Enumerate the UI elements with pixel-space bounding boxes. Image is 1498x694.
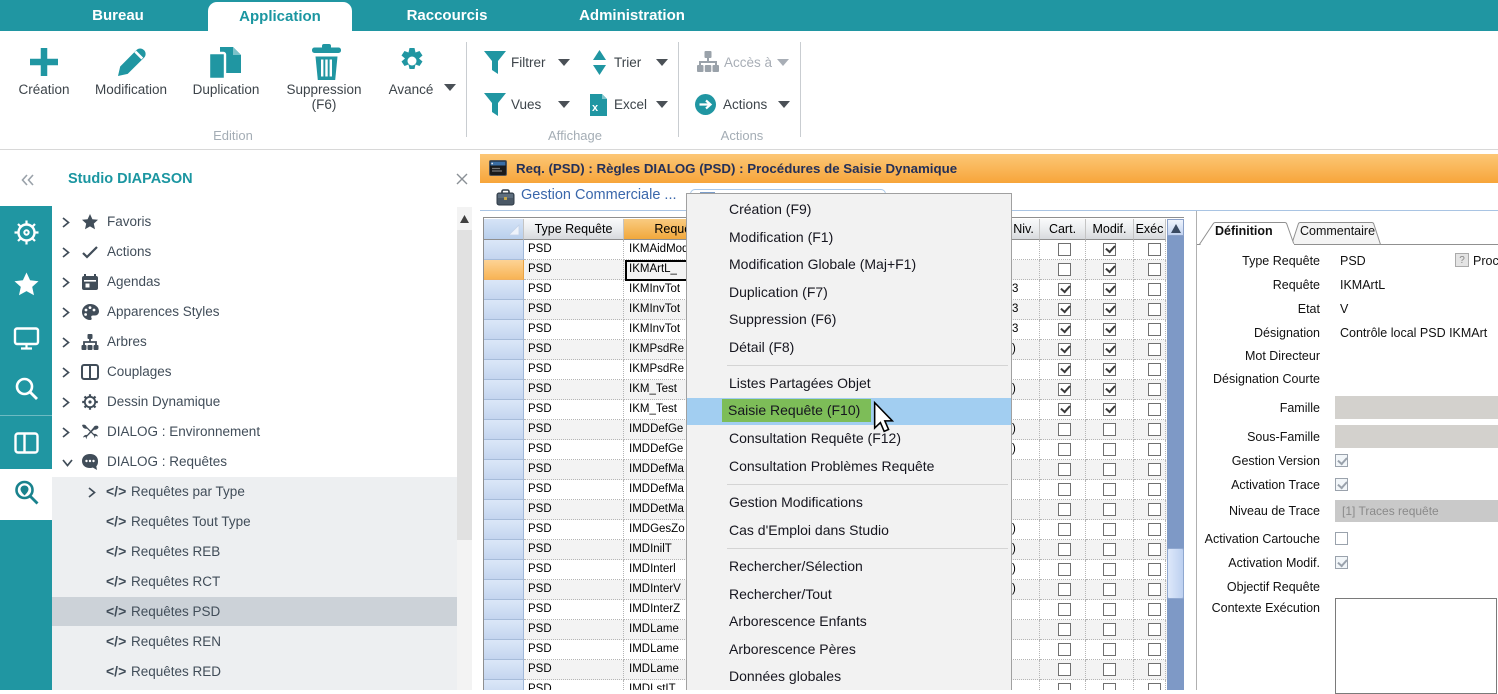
svg-text:x: x <box>592 102 599 114</box>
